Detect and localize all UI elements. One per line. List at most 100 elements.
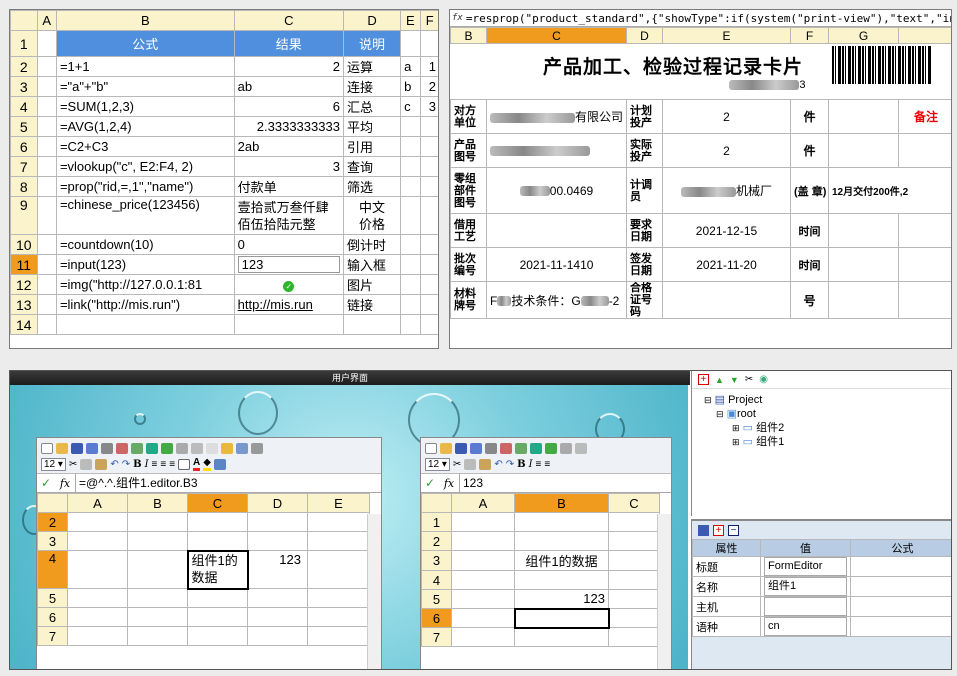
align-left-icon[interactable]: ≡ — [152, 459, 158, 470]
cell[interactable] — [608, 608, 660, 628]
cell[interactable] — [486, 213, 627, 248]
cell[interactable] — [36, 96, 57, 117]
expand-icon[interactable]: ⊞ — [732, 437, 740, 447]
cell[interactable] — [400, 274, 421, 295]
prop-formula[interactable] — [850, 596, 951, 617]
cell[interactable]: 链接 — [342, 294, 402, 315]
cell[interactable]: 筛选 — [342, 176, 402, 197]
save-icon[interactable] — [455, 442, 467, 454]
align-center-icon[interactable]: ≡ — [160, 459, 166, 470]
cell[interactable]: =chinese_price(123456) — [55, 196, 235, 235]
cell[interactable] — [828, 247, 899, 282]
cell[interactable] — [451, 608, 515, 628]
cell[interactable]: =img("http://127.0.0.1:81 — [55, 274, 235, 295]
header-cell-result[interactable]: 结果 — [233, 30, 344, 57]
cell[interactable] — [36, 56, 57, 77]
cell[interactable]: 2021-11-20 — [662, 247, 791, 282]
selected-cell[interactable]: 组件1的 数据 — [186, 549, 249, 590]
cell[interactable] — [127, 531, 188, 551]
align-right-icon[interactable]: ≡ — [169, 459, 175, 470]
cell[interactable] — [307, 512, 370, 532]
add-icon[interactable]: + — [713, 524, 724, 536]
cell[interactable] — [514, 531, 609, 551]
cell[interactable] — [662, 281, 791, 319]
cell[interactable] — [608, 512, 660, 532]
align-center-icon[interactable]: ≡ — [544, 459, 550, 470]
document-icon[interactable] — [206, 442, 218, 454]
add-icon[interactable]: + — [698, 374, 709, 385]
col-header[interactable]: C — [233, 10, 344, 31]
cell[interactable]: =countdown(10) — [55, 234, 235, 255]
col-header[interactable]: A — [36, 10, 57, 31]
confirm-icon[interactable]: ✓ — [37, 476, 55, 490]
cell[interactable] — [451, 550, 515, 571]
col-header[interactable] — [898, 27, 951, 44]
cell[interactable]: 倒计时 — [342, 234, 402, 255]
bold-icon[interactable]: B — [517, 459, 525, 470]
cell[interactable] — [419, 314, 438, 335]
filter-icon[interactable] — [515, 442, 527, 454]
cell[interactable]: b — [400, 76, 421, 97]
cell[interactable]: 2021-12-15 — [662, 213, 791, 248]
corner-cell[interactable] — [421, 493, 452, 513]
row-header[interactable]: 5 — [37, 588, 68, 608]
cell[interactable] — [36, 76, 57, 97]
cell[interactable] — [67, 626, 128, 646]
table-icon[interactable] — [545, 442, 557, 454]
col-header[interactable]: D — [342, 10, 402, 31]
italic-icon[interactable]: I — [145, 459, 149, 470]
globe-icon[interactable]: ◉ — [759, 374, 768, 385]
col-header[interactable]: B — [127, 493, 188, 513]
card-title-cell[interactable]: 产品加工、检验过程记录卡片 3 — [451, 44, 829, 100]
redo-icon[interactable]: ↷ — [506, 459, 514, 470]
row-header[interactable]: 5 — [10, 116, 38, 137]
cell[interactable] — [127, 607, 188, 627]
new-file-icon[interactable] — [41, 442, 53, 454]
cell[interactable]: ="a"+"b" — [55, 76, 235, 97]
cell[interactable]: 组件1的数据 — [514, 550, 609, 571]
cell[interactable] — [233, 314, 344, 335]
cell[interactable]: 1 — [419, 56, 438, 77]
cell[interactable]: 查询 — [342, 156, 402, 177]
cell[interactable]: =SUM(1,2,3) — [55, 96, 235, 117]
corner-cell[interactable] — [37, 493, 68, 513]
row-header[interactable]: 7 — [421, 627, 452, 647]
fill-color-icon[interactable]: ◆ — [203, 457, 211, 471]
cell[interactable] — [419, 254, 438, 275]
cell[interactable]: 引用 — [342, 136, 402, 157]
cell[interactable] — [451, 589, 515, 609]
cell[interactable] — [419, 30, 438, 57]
cell[interactable]: 机械厂 — [662, 167, 791, 214]
cell[interactable] — [55, 314, 235, 335]
cell[interactable] — [36, 196, 57, 235]
refresh-icon[interactable] — [146, 442, 158, 454]
open-folder-icon[interactable] — [56, 442, 68, 454]
cell[interactable] — [828, 281, 899, 319]
font-color-icon[interactable]: A — [193, 457, 201, 471]
paste-icon[interactable] — [95, 458, 108, 470]
row-header[interactable]: 3 — [10, 76, 38, 97]
cell[interactable] — [36, 116, 57, 137]
cell[interactable] — [898, 247, 951, 282]
row-header[interactable]: 9 — [10, 196, 38, 235]
cell[interactable] — [36, 314, 57, 335]
cell[interactable] — [307, 607, 370, 627]
cell[interactable] — [828, 133, 899, 168]
cell[interactable] — [67, 607, 128, 627]
italic-icon[interactable]: I — [529, 459, 533, 470]
cell[interactable]: 运算 — [342, 56, 402, 77]
row-header[interactable]: 1 — [10, 30, 38, 57]
cell[interactable] — [451, 627, 515, 647]
col-header[interactable]: C — [608, 493, 660, 513]
cell[interactable] — [400, 136, 421, 157]
cell[interactable]: 连接 — [342, 76, 402, 97]
undo-icon[interactable]: ↶ — [110, 459, 118, 470]
header-cell-formula[interactable]: 公式 — [55, 30, 235, 57]
cell[interactable]: 2ab — [233, 136, 344, 157]
cell[interactable]: 付款单 — [233, 176, 344, 197]
cell[interactable] — [451, 512, 515, 532]
save-as-icon[interactable] — [470, 442, 482, 454]
cell[interactable]: 图片 — [342, 274, 402, 295]
row-header-selected[interactable]: 6 — [421, 608, 452, 628]
row-header[interactable]: 7 — [10, 156, 38, 177]
